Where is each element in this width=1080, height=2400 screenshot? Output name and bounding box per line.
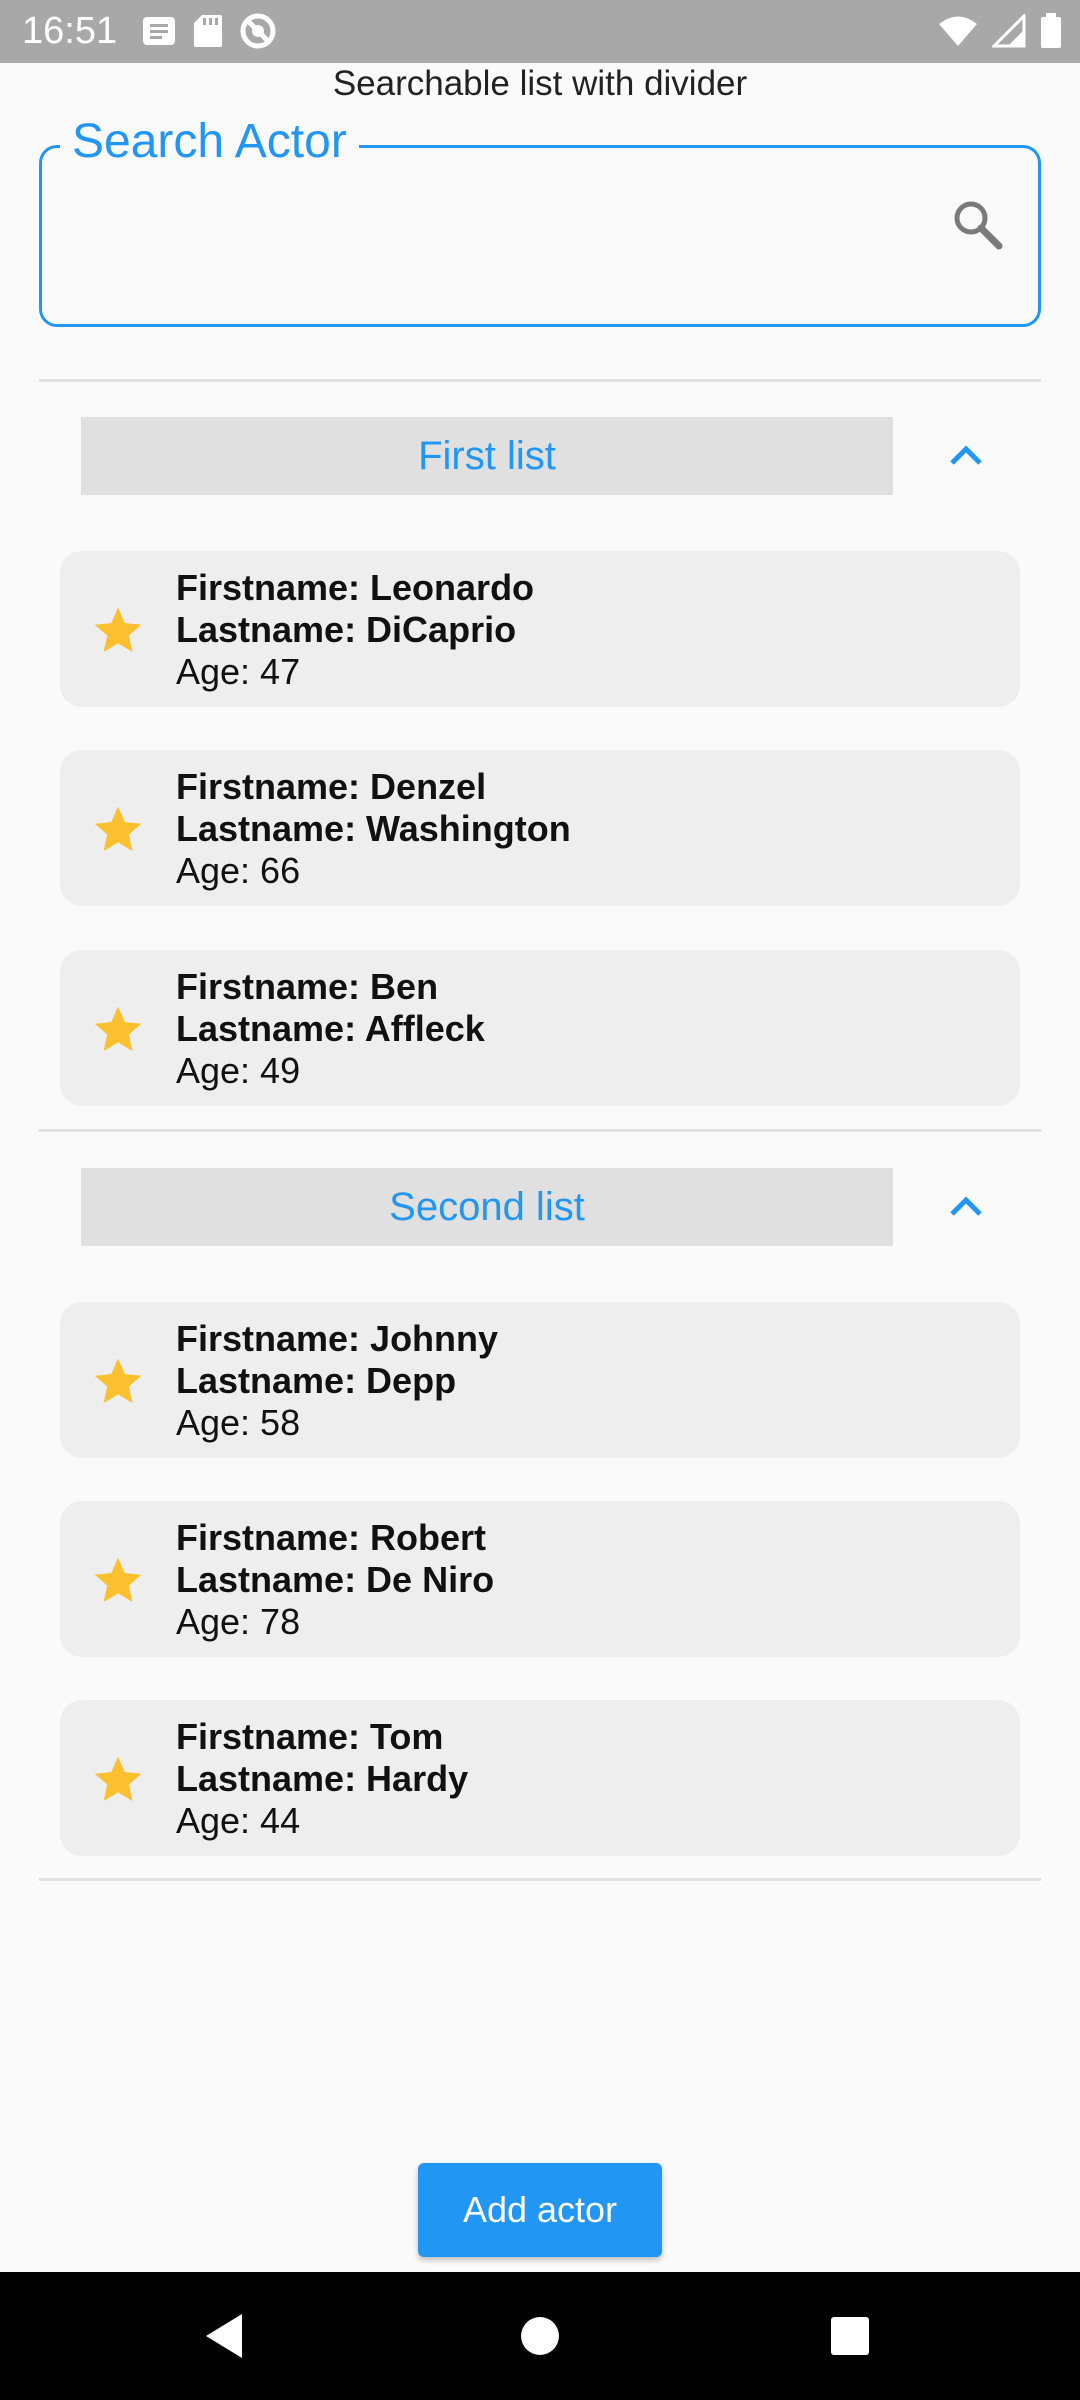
actor-details: Firstname: Leonardo Lastname: DiCaprio A… [176, 567, 534, 693]
actor-lastname: Lastname: DiCaprio [176, 609, 517, 650]
divider [39, 1878, 1041, 1881]
page-title: Searchable list with divider [332, 64, 748, 103]
status-bar: 16:51 [0, 0, 1080, 63]
star-icon [94, 1006, 142, 1051]
actor-firstname: Firstname: Robert [176, 1517, 487, 1558]
star-icon [94, 607, 142, 652]
status-icons-left [142, 12, 276, 50]
recents-icon[interactable] [820, 2306, 880, 2366]
actor-age: Age: 44 [176, 1800, 301, 1841]
wifi-icon [939, 16, 977, 46]
search-input[interactable] [60, 185, 920, 275]
actor-age: Age: 58 [176, 1402, 301, 1443]
actor-details: Firstname: Robert Lastname: De Niro Age:… [176, 1517, 494, 1643]
back-icon[interactable] [196, 2306, 256, 2366]
star-icon [94, 1358, 142, 1403]
actor-firstname: Firstname: Denzel [176, 766, 487, 807]
sd-card-icon [194, 15, 222, 47]
star-icon [94, 1756, 142, 1801]
search-icon[interactable] [950, 197, 1004, 251]
chevron-up-icon[interactable] [944, 1185, 988, 1229]
actor-firstname: Firstname: Tom [176, 1716, 444, 1757]
star-icon [94, 1557, 142, 1602]
chevron-up-icon[interactable] [944, 434, 988, 478]
actor-lastname: Lastname: Washington [176, 808, 571, 849]
notification-icon [143, 17, 175, 45]
actor-lastname: Lastname: De Niro [176, 1559, 495, 1600]
section-header-first-list[interactable]: First list [81, 417, 893, 495]
signal-icon [992, 14, 1026, 48]
actor-lastname: Lastname: Hardy [176, 1758, 469, 1799]
system-nav-bar [0, 2272, 1080, 2400]
list-item[interactable]: Firstname: Robert Lastname: De Niro Age:… [60, 1501, 1020, 1657]
status-icons-right [938, 12, 1062, 50]
actor-lastname: Lastname: Affleck [176, 1008, 485, 1049]
actor-lastname: Lastname: Depp [176, 1360, 457, 1401]
section-header-second-list[interactable]: Second list [81, 1168, 893, 1246]
search-field-label: Search Actor [60, 112, 359, 172]
actor-details: Firstname: Tom Lastname: Hardy Age: 44 [176, 1716, 468, 1842]
battery-icon [1041, 13, 1061, 48]
status-time: 16:51 [22, 10, 118, 52]
actor-firstname: Firstname: Leonardo [176, 567, 535, 608]
divider [39, 1129, 1041, 1132]
list-item[interactable]: Firstname: Leonardo Lastname: DiCaprio A… [60, 551, 1020, 707]
divider [39, 379, 1041, 382]
actor-age: Age: 47 [176, 651, 301, 692]
add-actor-button[interactable]: Add actor [418, 2163, 662, 2257]
actor-firstname: Firstname: Johnny [176, 1318, 499, 1359]
actor-firstname: Firstname: Ben [176, 966, 439, 1007]
actor-age: Age: 66 [176, 850, 301, 891]
list-item[interactable]: Firstname: Johnny Lastname: Depp Age: 58 [60, 1302, 1020, 1458]
do-not-disturb-icon [240, 13, 276, 49]
actor-age: Age: 49 [176, 1050, 301, 1091]
list-item[interactable]: Firstname: Denzel Lastname: Washington A… [60, 750, 1020, 906]
list-item[interactable]: Firstname: Tom Lastname: Hardy Age: 44 [60, 1700, 1020, 1856]
actor-details: Firstname: Denzel Lastname: Washington A… [176, 766, 571, 892]
list-item[interactable]: Firstname: Ben Lastname: Affleck Age: 49 [60, 950, 1020, 1106]
actor-details: Firstname: Ben Lastname: Affleck Age: 49 [176, 966, 485, 1092]
home-icon[interactable] [510, 2306, 570, 2366]
actor-details: Firstname: Johnny Lastname: Depp Age: 58 [176, 1318, 498, 1444]
star-icon [94, 806, 142, 851]
actor-age: Age: 78 [176, 1601, 301, 1642]
